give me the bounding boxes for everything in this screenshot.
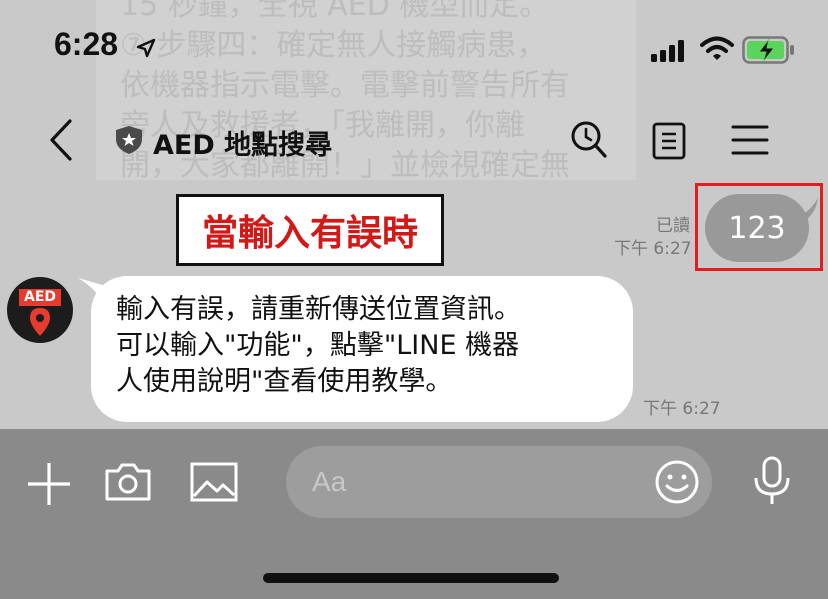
wifi-icon: [700, 36, 734, 60]
location-arrow-icon: [136, 38, 156, 58]
plus-icon[interactable]: [26, 461, 72, 507]
back-button[interactable]: [44, 118, 84, 162]
chat-title: AED 地點搜尋: [153, 130, 333, 161]
verified-shield-icon: [116, 126, 142, 154]
message-line: 可以輸入"功能"，點擊"LINE 機器: [116, 330, 520, 361]
message-line: 人使用說明"查看使用教學。: [116, 366, 453, 397]
received-message-bubble[interactable]: 輸入有誤，請重新傳送位置資訊。 可以輸入"功能"，點擊"LINE 機器 人使用說…: [91, 276, 633, 422]
microphone-icon[interactable]: [752, 456, 792, 506]
search-icon[interactable]: [570, 120, 608, 160]
received-timestamp: 下午 6:27: [643, 399, 721, 419]
battery-charging-icon: [742, 36, 794, 64]
notes-icon[interactable]: [652, 122, 686, 160]
sent-message-bubble[interactable]: 123: [705, 194, 809, 262]
signal-icon: [651, 40, 684, 62]
image-icon[interactable]: [190, 462, 238, 502]
menu-icon[interactable]: [730, 124, 770, 156]
map-pin-icon: [30, 308, 50, 336]
bot-avatar[interactable]: AED: [7, 277, 73, 343]
input-placeholder: Aa: [312, 466, 347, 497]
avatar-text: AED: [19, 289, 61, 306]
emoji-icon[interactable]: [654, 459, 700, 505]
message-input[interactable]: [286, 446, 712, 518]
home-indicator: [263, 573, 559, 583]
message-line: 輸入有誤，請重新傳送位置資訊。: [116, 294, 521, 325]
camera-icon[interactable]: [104, 462, 152, 502]
status-time: 6:28: [54, 26, 119, 62]
read-status: 已讀: [656, 216, 690, 236]
sent-timestamp: 下午 6:27: [614, 239, 692, 259]
annotation-label: 當輸入有誤時: [176, 194, 444, 266]
chevron-left-icon: [50, 119, 72, 161]
